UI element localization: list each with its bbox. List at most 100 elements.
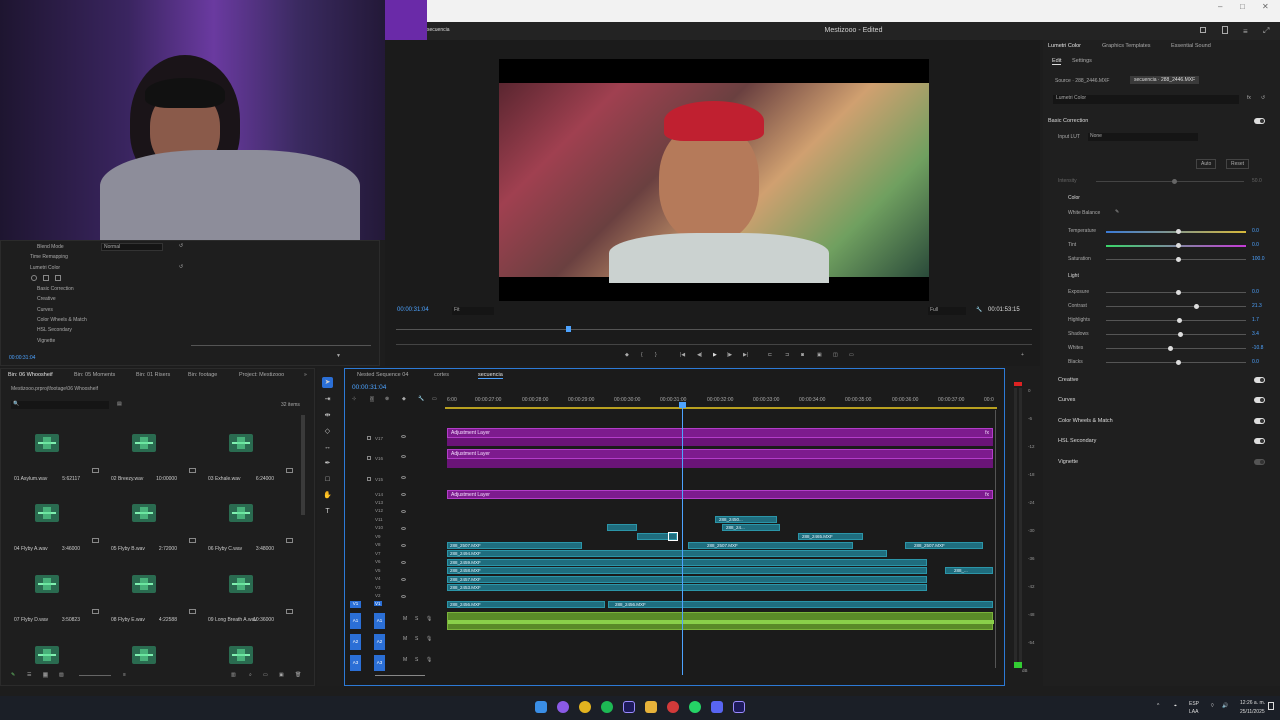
sequence-clip-button[interactable]: secuencia · 288_2446.MXF — [1130, 76, 1200, 84]
eye-icon[interactable] — [401, 527, 406, 530]
minimize-icon[interactable]: – — [1218, 2, 1222, 11]
copilot-icon[interactable] — [557, 701, 569, 713]
track-label-v15[interactable]: V15 — [375, 477, 383, 482]
eyedropper-icon[interactable]: ✎ — [1115, 209, 1119, 215]
start-icon[interactable] — [535, 701, 547, 713]
pen-mask-icon[interactable] — [55, 275, 61, 281]
track-label-v11[interactable]: V11 — [375, 517, 383, 522]
program-scrubber[interactable] — [396, 329, 1032, 330]
tray-chevron-icon[interactable]: ^ — [1157, 703, 1159, 709]
video-clip[interactable]: 288_2456.MXF — [608, 601, 993, 608]
insert-icon[interactable]: ⊏ — [768, 352, 772, 358]
reset-button[interactable]: Reset — [1226, 159, 1250, 169]
creative-section[interactable]: Creative — [1058, 377, 1078, 383]
workspace-icon[interactable] — [1200, 27, 1206, 33]
zoom-slider[interactable] — [79, 675, 111, 676]
fx-toggle-icon[interactable]: fx — [1247, 95, 1251, 101]
track-label-v5[interactable]: V5 — [375, 568, 381, 573]
solo-button[interactable]: S — [415, 636, 418, 642]
video-clip[interactable]: 288_... — [945, 567, 993, 574]
track-label-v17[interactable]: V17 — [375, 436, 383, 441]
curves-section[interactable]: Curves — [1058, 397, 1075, 403]
mic-icon[interactable]: 🎙 — [426, 616, 432, 622]
tab-essential-sound[interactable]: Essential Sound — [1171, 43, 1211, 49]
color-wheels-label[interactable]: Color Wheels & Match — [37, 317, 87, 323]
eye-icon[interactable] — [401, 595, 406, 598]
effect-controls-scroll[interactable] — [191, 345, 371, 346]
saturation-value[interactable]: 100.0 — [1252, 256, 1265, 262]
pen-tool-icon[interactable]: ✒ — [322, 458, 333, 469]
video-clip[interactable]: 288_2494.MXF — [447, 550, 887, 557]
slider-knob[interactable] — [1176, 290, 1181, 295]
basic-correction-toggle[interactable] — [1254, 118, 1265, 124]
audio-clip[interactable] — [447, 612, 994, 630]
bin-item[interactable]: 07 Flyby D.wav 3:50823 — [0, 571, 99, 635]
video-clip[interactable]: 288_2456.MXF — [447, 601, 605, 608]
after-effects-icon[interactable] — [733, 701, 745, 713]
clock-date[interactable]: 25/11/2025 — [1240, 709, 1265, 715]
video-clip[interactable]: 288_2507.MXF — [447, 542, 582, 549]
work-area-bar[interactable] — [445, 407, 997, 409]
go-to-out-icon[interactable]: ▶| — [743, 352, 748, 358]
mute-button[interactable]: M — [403, 636, 407, 642]
pencil-icon[interactable]: ✎ — [11, 672, 15, 678]
blacks-slider[interactable] — [1106, 360, 1246, 365]
browser-icon[interactable] — [667, 701, 679, 713]
track-label-a1[interactable]: A1 — [374, 613, 385, 629]
panel-more-icon[interactable]: » — [304, 372, 307, 378]
new-item-icon[interactable]: ▣ — [279, 672, 284, 678]
notification-icon[interactable] — [1268, 702, 1274, 710]
tab-nested-sequence[interactable]: Nested Sequence 04 — [357, 372, 408, 378]
intensity-slider[interactable] — [1096, 179, 1244, 184]
hsl-secondary-toggle[interactable] — [1254, 438, 1265, 444]
slider-knob[interactable] — [1178, 332, 1183, 337]
bin-item[interactable]: 04 Flyby A.wav 3:46000 — [0, 500, 99, 564]
solo-button[interactable]: S — [415, 616, 418, 622]
step-back-icon[interactable]: ◀| — [697, 352, 702, 358]
list-view-icon[interactable]: ☰ — [27, 672, 31, 678]
curves-toggle[interactable] — [1254, 397, 1265, 403]
slider-knob[interactable] — [1168, 346, 1173, 351]
language-indicator[interactable]: ESP — [1189, 701, 1199, 707]
slider-knob[interactable] — [1194, 304, 1199, 309]
blend-mode-select[interactable]: Normal — [101, 243, 163, 251]
ripple-edit-icon[interactable]: ⇹ — [322, 410, 333, 421]
location-icon[interactable]: ⌖ — [1174, 703, 1177, 709]
ellipse-mask-icon[interactable] — [31, 275, 37, 281]
adjustment-layer-clip[interactable]: Adjustment Layer fx — [447, 490, 993, 499]
video-clip[interactable]: 288_2507.MXF — [905, 542, 983, 549]
track-label-v6[interactable]: V6 — [375, 559, 381, 564]
track-label-v3[interactable]: V3 — [375, 585, 381, 590]
automate-icon[interactable]: ▥ — [231, 672, 236, 678]
whites-value[interactable]: -10.8 — [1252, 345, 1263, 351]
hsl-secondary-section[interactable]: HSL Secondary — [1058, 438, 1096, 444]
shadows-slider[interactable] — [1106, 332, 1246, 337]
mute-button[interactable]: M — [403, 657, 407, 663]
track-label-a3[interactable]: A3 — [374, 655, 385, 671]
eye-icon[interactable] — [401, 578, 406, 581]
selection-tool-icon[interactable]: ➤ — [322, 377, 333, 388]
video-clip[interactable]: 288_2465.MXF — [798, 533, 863, 540]
fit-select[interactable]: Fit — [452, 307, 494, 315]
eye-icon[interactable] — [401, 476, 406, 479]
go-to-in-icon[interactable]: |◀ — [680, 352, 685, 358]
mic-icon[interactable]: 🎙 — [426, 657, 432, 663]
shadows-value[interactable]: 3.4 — [1252, 331, 1259, 337]
mic-icon[interactable]: 🎙 — [426, 636, 432, 642]
color-wheels-toggle[interactable] — [1254, 418, 1265, 424]
input-lut-select[interactable]: None — [1088, 133, 1198, 141]
color-subsection[interactable]: Color — [1068, 195, 1080, 201]
tab-source[interactable]: secuencia — [427, 27, 450, 33]
tab-bin-footage[interactable]: Bin: footage — [188, 372, 217, 378]
highlights-value[interactable]: 1.7 — [1252, 317, 1259, 323]
eye-icon[interactable] — [401, 455, 406, 458]
slider-knob[interactable] — [1176, 243, 1181, 248]
bin-search-input[interactable] — [11, 401, 109, 409]
vignette-label[interactable]: Vignette — [37, 338, 55, 344]
hsl-secondary-label[interactable]: HSL Secondary — [37, 327, 72, 333]
bin-item[interactable]: 02 Breezy.wav 10:00000 — [97, 430, 196, 494]
eye-icon[interactable] — [401, 435, 406, 438]
video-clip[interactable]: 288_2457.MXF — [447, 576, 927, 583]
vignette-toggle[interactable] — [1254, 459, 1265, 465]
adjustment-layer-clip[interactable]: Adjustment Layer fx — [447, 428, 993, 438]
